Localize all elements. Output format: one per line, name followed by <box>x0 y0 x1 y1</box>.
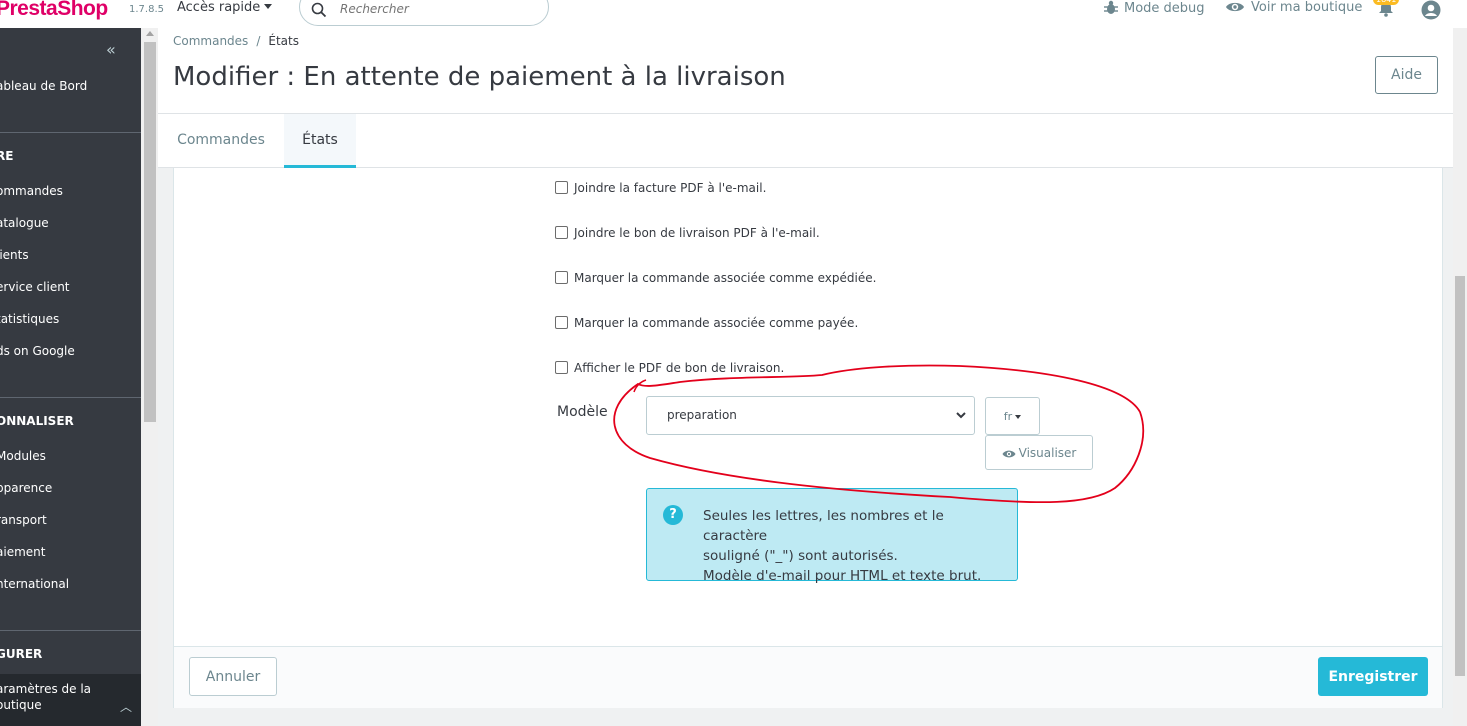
sidebar-item-dashboard[interactable]: ableau de Bord <box>0 79 87 93</box>
order-state-form: Joindre la facture PDF à l'e-mail. Joind… <box>173 168 1443 708</box>
checkbox-attach-invoice[interactable]: Joindre la facture PDF à l'e-mail. <box>555 181 766 195</box>
checkbox-show-delivery-pdf[interactable]: Afficher le PDF de bon de livraison. <box>555 361 784 375</box>
tab-orders[interactable]: Commandes <box>158 114 284 168</box>
breadcrumb-orders-link[interactable]: Commandes <box>173 34 248 48</box>
chevron-down-icon <box>956 412 966 419</box>
preview-button[interactable]: Visualiser <box>985 435 1093 470</box>
sidebar-item-shop-parameters-line1: aramètres de la <box>0 682 92 696</box>
page-header: Commandes / États Modifier : En attente de… <box>158 28 1453 168</box>
checkbox-label: Afficher le PDF de bon de livraison. <box>574 361 785 375</box>
checkbox-mark-shipped[interactable]: Marquer la commande associée comme expéd… <box>555 271 876 285</box>
tab-states[interactable]: États <box>284 114 356 168</box>
eye-icon <box>1002 450 1016 457</box>
sidebar-section-improve: ONNALISER <box>0 414 74 428</box>
user-icon <box>1421 0 1441 20</box>
sidebar-item-catalog[interactable]: atalogue <box>0 216 49 230</box>
sidebar-divider <box>0 132 141 133</box>
help-button[interactable]: Aide <box>1375 56 1438 94</box>
logo-shop-text: Shop <box>57 0 108 20</box>
user-avatar-button[interactable] <box>1421 0 1441 24</box>
sidebar-item-shipping[interactable]: ransport <box>0 513 47 527</box>
template-select[interactable]: preparation <box>646 396 975 435</box>
page-title: Modifier : En attente de paiement à la l… <box>173 62 786 92</box>
scrollbar-thumb[interactable] <box>1455 276 1465 676</box>
sidebar-item-payment[interactable]: aiement <box>0 545 45 559</box>
view-shop-label: Voir ma boutique <box>1251 0 1363 15</box>
save-button[interactable]: Enregistrer <box>1318 657 1428 696</box>
checkbox-label: Marquer la commande associée comme expéd… <box>574 271 877 285</box>
breadcrumb-current: États <box>268 34 299 48</box>
sidebar-divider <box>0 397 141 398</box>
quick-access-label: Accès rapide <box>177 0 261 15</box>
help-line: Seules les lettres, les nombres et le ca… <box>703 508 944 544</box>
search-input[interactable] <box>340 2 530 16</box>
checkbox-attach-delivery-slip[interactable]: Joindre le bon de livraison PDF à l'e-ma… <box>555 226 820 240</box>
sidebar-item-ads-on-google[interactable]: ds on Google <box>0 344 75 358</box>
checkbox[interactable] <box>555 361 568 374</box>
checkbox-label: Joindre la facture PDF à l'e-mail. <box>574 181 767 195</box>
quick-access-dropdown[interactable]: Accès rapide <box>177 0 273 15</box>
caret-down-icon <box>264 4 273 9</box>
sidebar-item-customer-service[interactable]: ervice client <box>0 280 70 294</box>
checkbox-mark-paid[interactable]: Marquer la commande associée comme payée… <box>555 316 858 330</box>
checkbox[interactable] <box>555 226 568 239</box>
template-help-alert: ? Seules les lettres, les nombres et le … <box>646 488 1018 584</box>
form-footer: Annuler Enregistrer <box>174 646 1442 708</box>
template-label: Modèle <box>557 404 608 420</box>
notifications-badge: 1841 <box>1373 0 1400 5</box>
sidebar: « ableau de Bord RE ommandes atalogue li… <box>0 28 141 726</box>
collapse-sidebar-icon[interactable]: « <box>106 40 116 59</box>
sidebar-item-stats[interactable]: tatistiques <box>0 312 59 326</box>
question-icon: ? <box>663 505 683 525</box>
sidebar-section-configure: GURER <box>0 647 43 661</box>
search-box[interactable] <box>299 0 549 26</box>
language-dropdown[interactable]: fr <box>985 397 1040 435</box>
page-scrollbar[interactable] <box>1453 28 1467 726</box>
breadcrumb-separator: / <box>256 34 261 48</box>
sidebar-scrollbar[interactable] <box>141 28 158 726</box>
debug-mode-link[interactable]: Mode debug <box>1104 0 1205 16</box>
preview-label: Visualiser <box>1018 445 1077 460</box>
sidebar-divider <box>0 630 141 631</box>
checkbox[interactable] <box>555 316 568 329</box>
sidebar-item-shop-parameters-line2: outique <box>0 698 42 712</box>
help-line: souligné ("_") sont autorisés. <box>703 548 898 564</box>
sidebar-item-design[interactable]: pparence <box>0 481 52 495</box>
view-shop-link[interactable]: Voir ma boutique <box>1225 0 1362 15</box>
sidebar-item-orders[interactable]: ommandes <box>0 184 63 198</box>
sidebar-item-international[interactable]: nternational <box>0 577 69 591</box>
debug-mode-label: Mode debug <box>1124 1 1205 16</box>
top-header: PrestaShop 1.7.8.5 Accès rapide Mode deb… <box>0 0 1467 28</box>
checkbox[interactable] <box>555 181 568 194</box>
language-value: fr <box>1003 409 1013 423</box>
chevron-up-icon: ︿ <box>120 700 133 714</box>
checkbox-label: Marquer la commande associée comme payée… <box>574 316 859 330</box>
bug-icon <box>1104 0 1118 14</box>
sidebar-item-modules[interactable]: Modules <box>0 449 46 463</box>
scrollbar-thumb[interactable] <box>144 42 156 422</box>
eye-icon <box>1226 2 1244 12</box>
scroll-up-arrow-icon[interactable] <box>146 31 154 36</box>
prestashop-logo[interactable]: PrestaShop <box>0 0 108 21</box>
template-help-text: Seules les lettres, les nombres et le ca… <box>703 506 1008 586</box>
version-label: 1.7.8.5 <box>129 4 164 15</box>
checkbox-label: Joindre le bon de livraison PDF à l'e-ma… <box>574 226 820 240</box>
logo-presta-text: Presta <box>0 0 58 20</box>
caret-down-icon <box>1015 414 1022 419</box>
checkbox[interactable] <box>555 271 568 284</box>
sidebar-item-customers[interactable]: lients <box>0 248 29 262</box>
template-select-value: preparation <box>667 408 737 422</box>
breadcrumb: Commandes / États <box>173 34 299 48</box>
cancel-button[interactable]: Annuler <box>189 657 277 696</box>
tab-bar: Commandes États <box>158 113 1453 168</box>
help-line: Modèle d'e-mail pour HTML et texte brut. <box>703 568 982 584</box>
search-icon <box>311 2 327 18</box>
sidebar-section-sell: RE <box>0 149 14 163</box>
